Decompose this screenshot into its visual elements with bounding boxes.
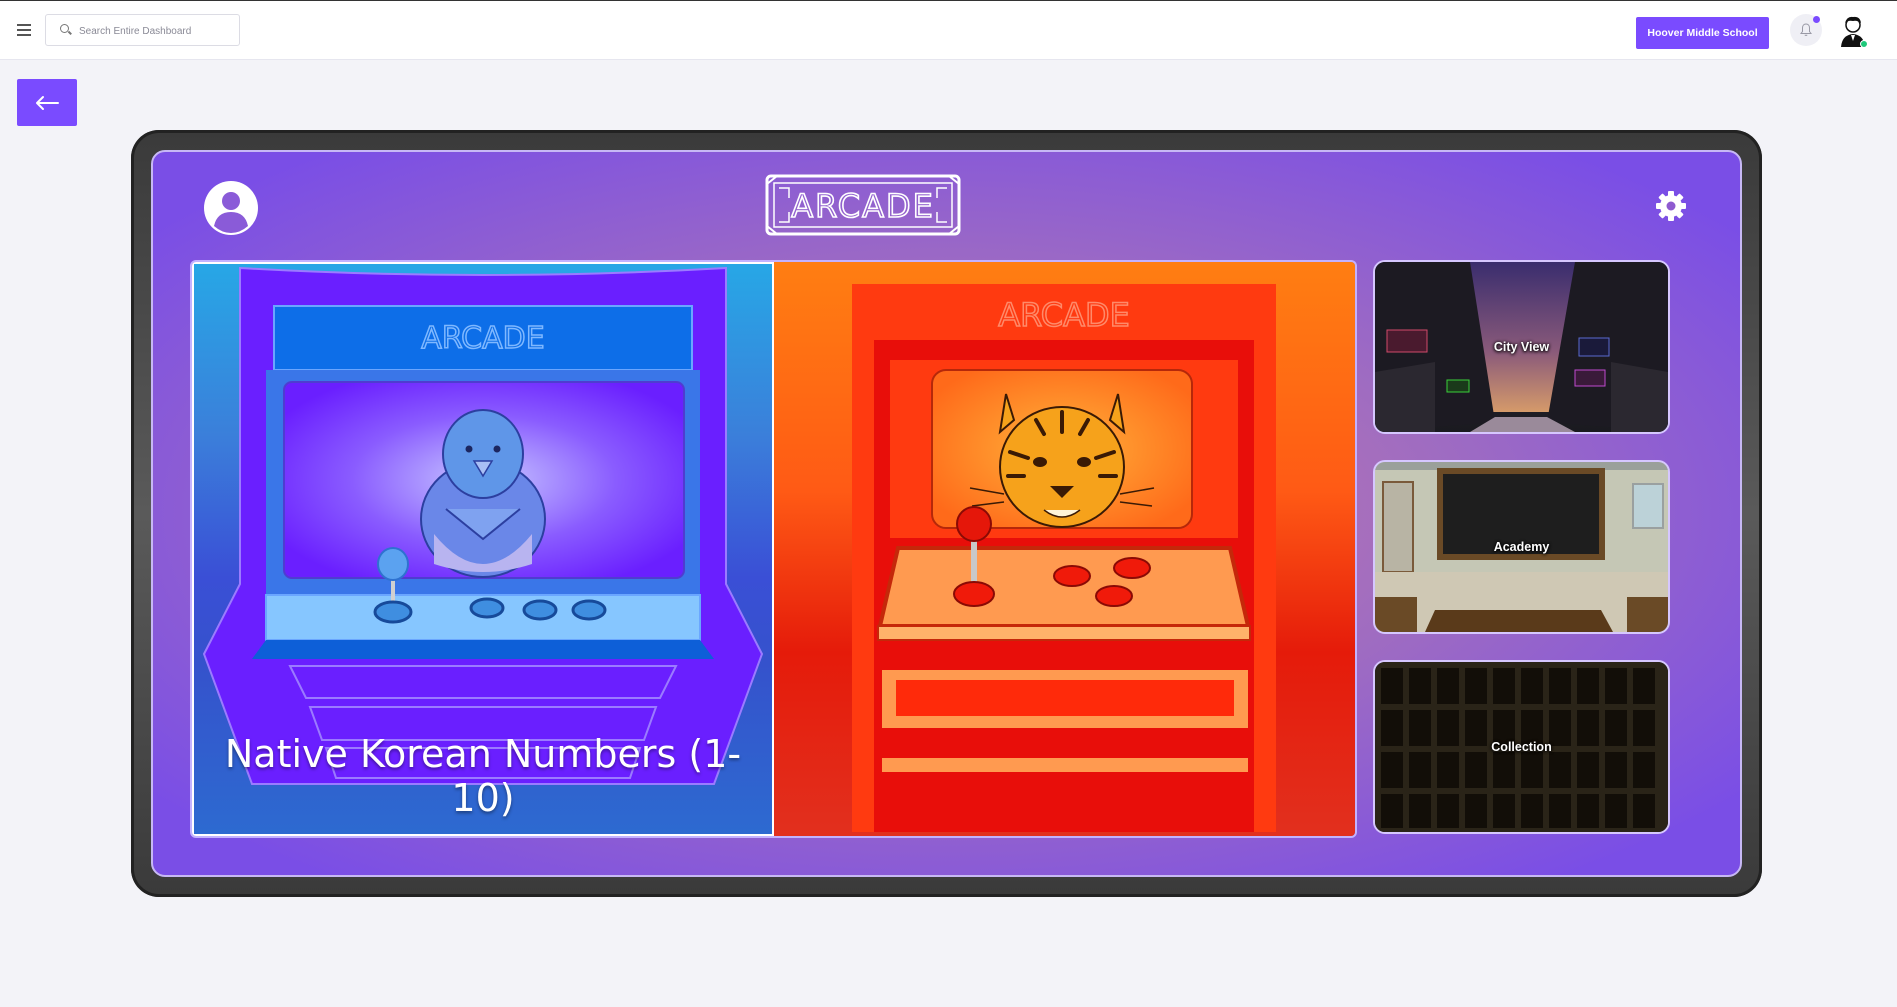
side-card-label: Academy xyxy=(1493,540,1550,554)
game-card-tiger[interactable]: ARCADE xyxy=(774,262,1355,836)
online-status-dot xyxy=(1860,40,1868,48)
arrow-left-icon xyxy=(36,96,59,110)
cabinet-logo-text: ARCADE xyxy=(421,321,544,356)
game-card-native-korean-numbers[interactable]: ARCADE Native Korean Numbers (1-10) xyxy=(192,262,774,836)
arcade-screen: ARCADE ARCADE Native Korean Numbers (1-1… xyxy=(151,150,1742,877)
search-input[interactable] xyxy=(79,22,229,40)
arcade-frame: ARCADE ARCADE Native Korean Numbers (1-1… xyxy=(131,130,1762,897)
academy-card[interactable]: Academy xyxy=(1373,460,1670,634)
orange-arcade-cabinet-illustration: ARCADE xyxy=(852,284,1276,832)
game-carousel: ARCADE Native Korean Numbers (1-10) ARCA… xyxy=(190,260,1357,838)
notifications-button[interactable] xyxy=(1790,14,1822,46)
cabinet-logo-text: ARCADE xyxy=(998,296,1130,334)
school-selector-button[interactable]: Hoover Middle School xyxy=(1636,17,1769,49)
game-title: Native Korean Numbers (1-10) xyxy=(224,732,742,820)
gear-icon[interactable] xyxy=(1655,190,1687,222)
user-avatar[interactable] xyxy=(1836,14,1870,48)
user-circle-icon[interactable] xyxy=(203,180,259,236)
notification-dot xyxy=(1813,16,1820,23)
collection-card[interactable]: Collection xyxy=(1373,660,1670,834)
arcade-logo-text: ARCADE xyxy=(791,187,935,225)
side-card-label: City View xyxy=(1493,340,1550,354)
top-navbar: Hoover Middle School xyxy=(0,0,1897,60)
hamburger-menu-icon[interactable] xyxy=(17,24,31,36)
search-box xyxy=(45,14,240,46)
search-icon xyxy=(60,24,69,33)
arcade-logo: ARCADE xyxy=(765,174,961,236)
city-view-card[interactable]: City View xyxy=(1373,260,1670,434)
bell-icon xyxy=(1800,23,1812,36)
side-card-label: Collection xyxy=(1491,740,1552,754)
back-button[interactable] xyxy=(17,79,77,126)
